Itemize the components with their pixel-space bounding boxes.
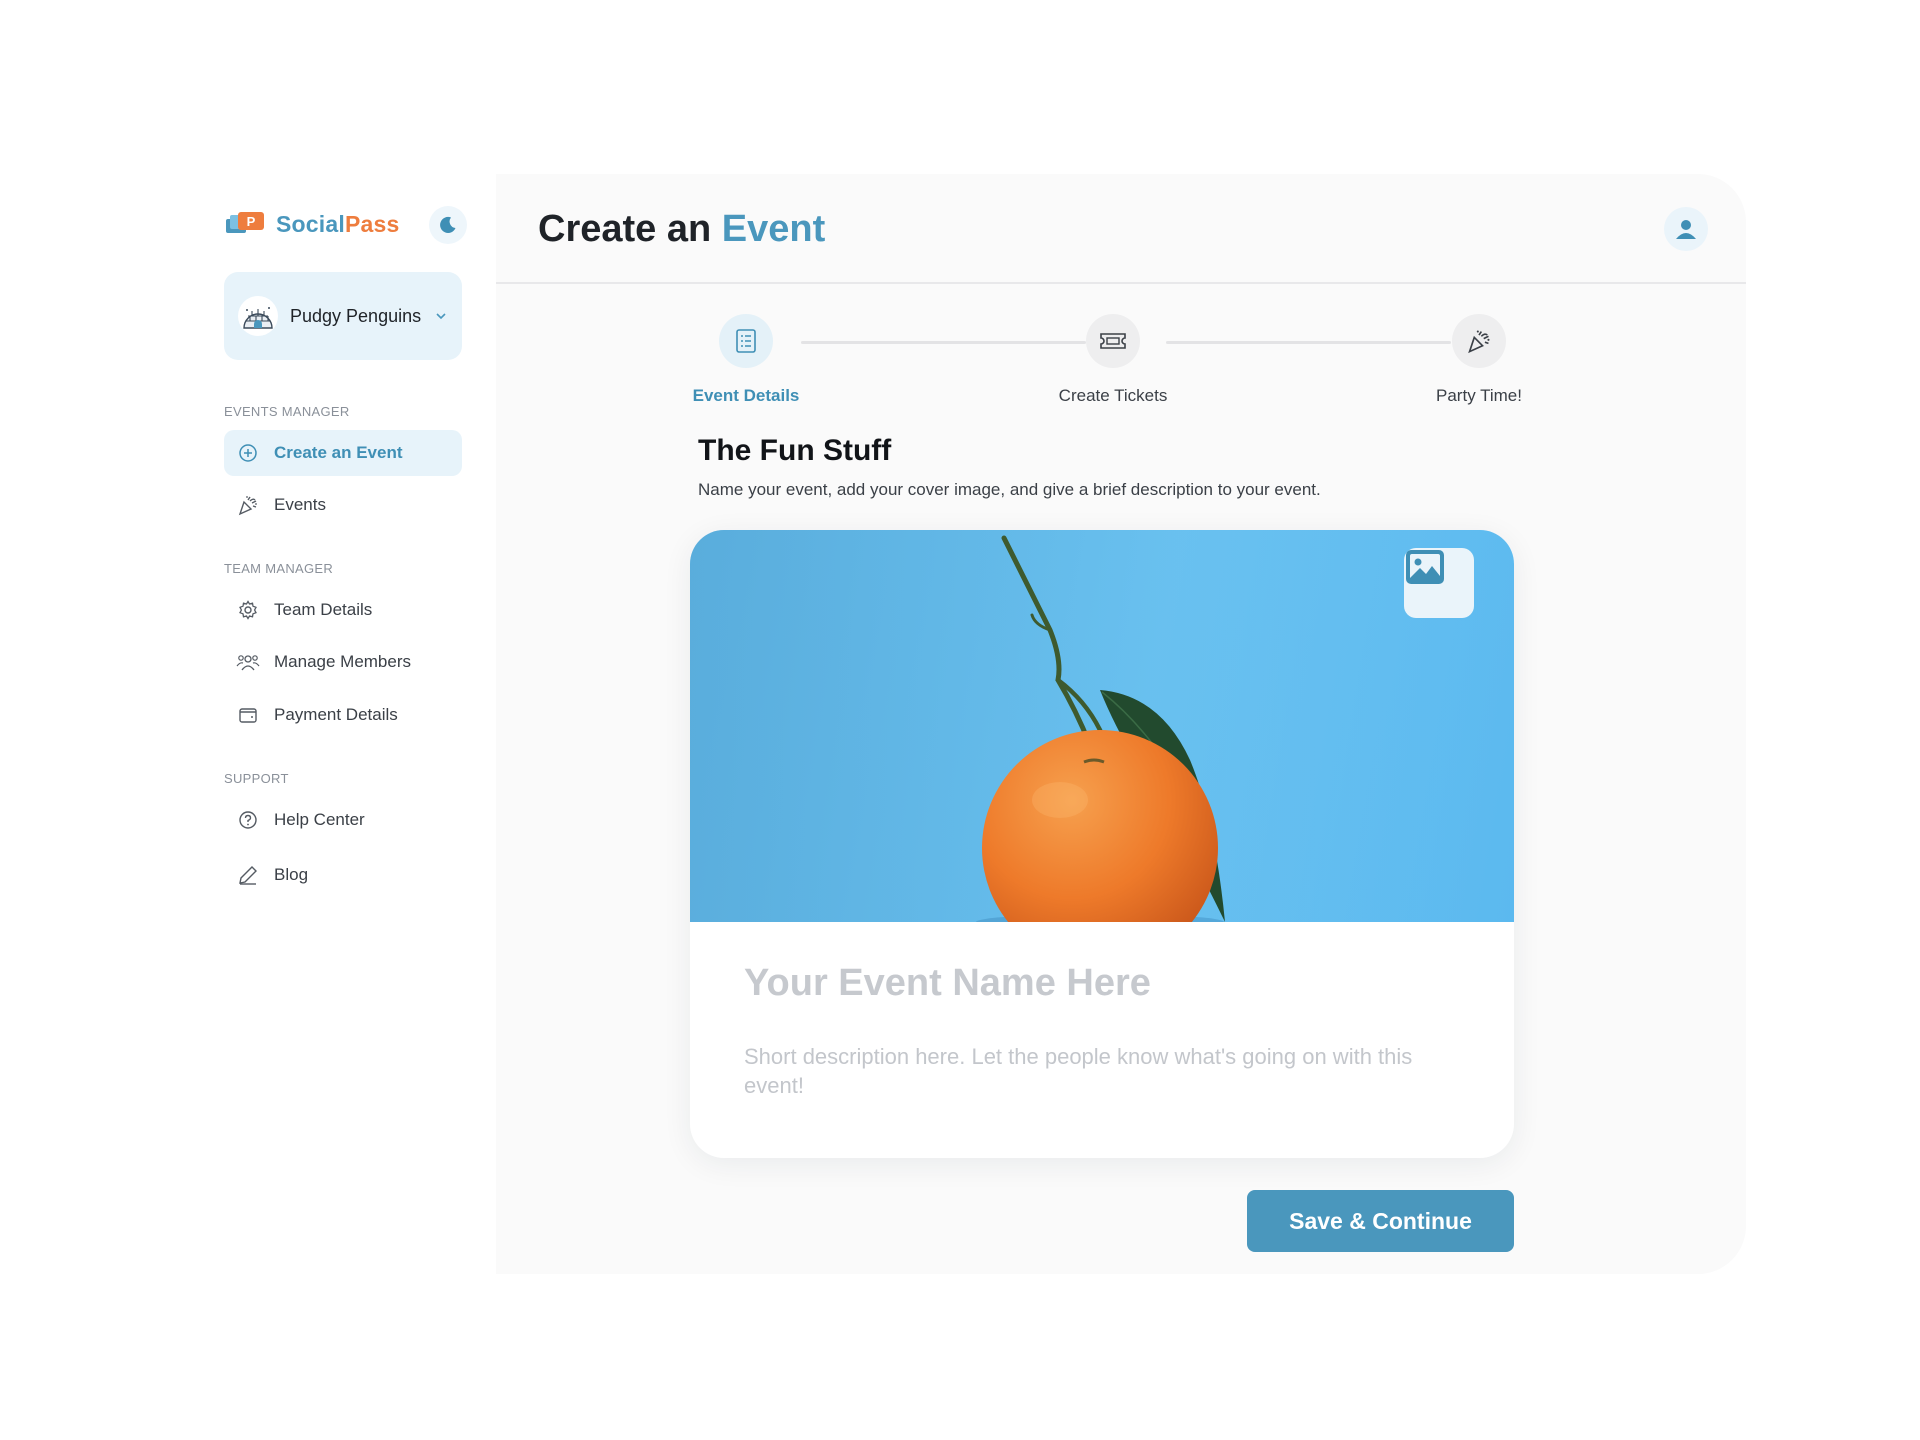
- user-profile-button[interactable]: [1664, 207, 1708, 251]
- step-circle: [1086, 314, 1140, 368]
- top-bar: Create an Event: [496, 174, 1746, 284]
- checklist-icon: [736, 329, 756, 353]
- sidebar-item-blog[interactable]: Blog: [224, 852, 462, 898]
- section-label-team-manager: TEAM MANAGER: [224, 561, 334, 576]
- team-name: Pudgy Penguins: [290, 305, 422, 326]
- step-event-details[interactable]: Event Details: [666, 314, 826, 406]
- help-circle-icon: [236, 808, 260, 832]
- brand-name-part2: Pass: [344, 210, 400, 237]
- sidebar: P SocialPass Pudgy Penguins EVENTS MANAG…: [224, 174, 496, 1274]
- sidebar-item-label: Events: [274, 495, 326, 514]
- event-name-input[interactable]: [744, 962, 1460, 1005]
- save-continue-button[interactable]: Save & Continue: [1247, 1190, 1514, 1252]
- ticket-icon: [1100, 333, 1126, 349]
- plus-circle-icon: [236, 441, 260, 465]
- user-icon: [1676, 220, 1696, 239]
- sidebar-item-team-details[interactable]: Team Details: [224, 587, 462, 633]
- section-description: Name your event, add your cover image, a…: [698, 480, 1321, 499]
- sidebar-item-events[interactable]: Events: [224, 482, 462, 528]
- sidebar-item-manage-members[interactable]: Manage Members: [224, 639, 462, 685]
- page-title-part1: Create an: [538, 208, 722, 250]
- dark-mode-toggle[interactable]: [429, 206, 467, 244]
- step-label: Party Time!: [1436, 386, 1522, 405]
- sidebar-item-help-center[interactable]: Help Center: [224, 797, 462, 843]
- svg-text:P: P: [247, 214, 256, 229]
- step-create-tickets[interactable]: Create Tickets: [1033, 314, 1193, 406]
- brand-name: SocialPass: [276, 211, 399, 238]
- step-circle: [719, 314, 773, 368]
- party-popper-icon: [236, 493, 260, 517]
- team-selector[interactable]: Pudgy Penguins: [224, 272, 462, 360]
- sidebar-item-label: Payment Details: [274, 705, 398, 724]
- wallet-icon: [236, 703, 260, 727]
- sidebar-item-label: Help Center: [274, 810, 365, 829]
- orange-illustration: [690, 530, 1514, 922]
- sidebar-item-label: Manage Members: [274, 652, 412, 671]
- sidebar-item-payment-details[interactable]: Payment Details: [224, 692, 462, 738]
- page-title-accent: Event: [721, 208, 826, 250]
- step-circle: [1452, 314, 1506, 368]
- sidebar-item-label: Create an Event: [274, 443, 403, 462]
- team-avatar: [238, 296, 278, 336]
- brand-logo[interactable]: P SocialPass: [224, 206, 399, 242]
- page-title: Create an Event: [538, 208, 825, 251]
- gear-icon: [236, 598, 260, 622]
- sidebar-item-label: Blog: [274, 865, 309, 884]
- socialpass-logo-icon: P: [226, 212, 264, 233]
- users-icon: [236, 650, 260, 674]
- cover-image[interactable]: [690, 530, 1514, 922]
- app-frame: P SocialPass Pudgy Penguins EVENTS MANAG…: [224, 174, 1746, 1274]
- step-label: Create Tickets: [1058, 386, 1168, 405]
- party-popper-icon: [1468, 330, 1490, 354]
- main-panel: Create an Event Event Details Create Tic…: [496, 174, 1746, 1274]
- event-description-input[interactable]: [744, 1042, 1460, 1112]
- stepper: Event Details Create Tickets Party Time!: [693, 314, 1546, 406]
- event-card: [690, 530, 1514, 1158]
- sidebar-item-create-event[interactable]: Create an Event: [224, 430, 462, 476]
- brand-name-part1: Social: [276, 210, 345, 237]
- image-icon: [1406, 550, 1444, 584]
- sidebar-item-label: Team Details: [274, 600, 373, 619]
- chevron-down-icon: [436, 313, 446, 320]
- upload-image-button[interactable]: [1404, 548, 1474, 618]
- pencil-icon: [236, 863, 260, 887]
- moon-icon: [440, 216, 456, 233]
- section-title: The Fun Stuff: [698, 434, 892, 467]
- igloo-icon: [243, 307, 273, 329]
- section-label-events-manager: EVENTS MANAGER: [224, 404, 350, 419]
- step-party-time[interactable]: Party Time!: [1399, 314, 1559, 406]
- step-label: Event Details: [692, 386, 800, 405]
- section-label-support: SUPPORT: [224, 771, 289, 786]
